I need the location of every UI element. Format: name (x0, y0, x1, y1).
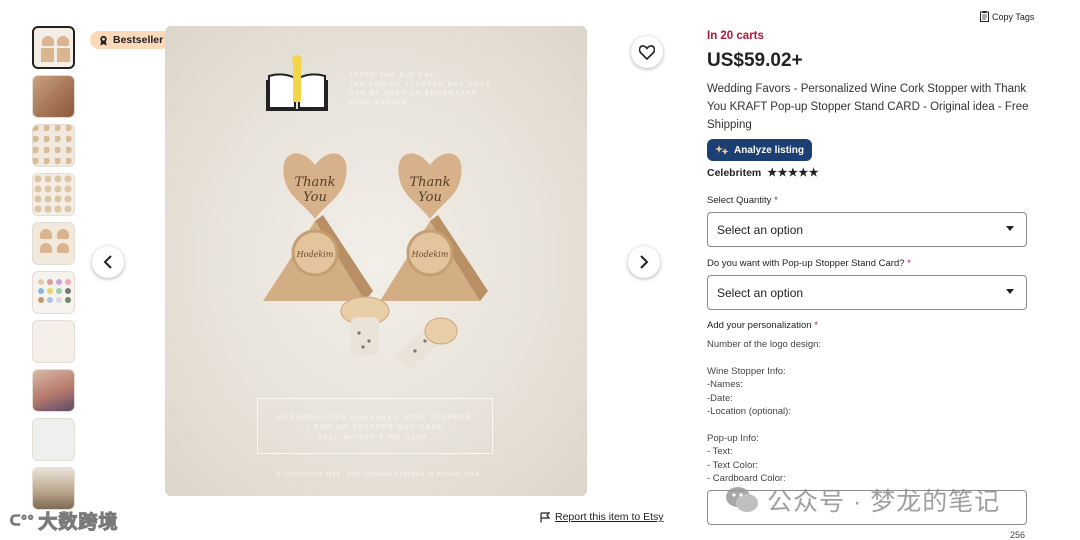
svg-text:Hodekim: Hodekim (296, 250, 334, 259)
previous-image-button[interactable] (92, 246, 124, 278)
book-icon (266, 55, 328, 111)
chevron-left-icon (103, 255, 112, 269)
popup-card-select-value: Select an option (717, 285, 804, 300)
popup-card-label: Do you want with Pop-up Stopper Stand Ca… (707, 258, 911, 269)
personalization-instructions: Number of the logo design: Wine Stopper … (707, 339, 822, 485)
thumbnail-5[interactable] (32, 222, 75, 265)
caption-line-1: AFTER THE BIG DAY, (349, 73, 438, 79)
analyze-listing-label: Analyze listing (734, 144, 805, 156)
copy-tags-label: Copy Tags (992, 11, 1035, 22)
caption-line-3: CAN BE USED AS BOOKMARKS (349, 91, 478, 97)
watermark-right: 公众号 · 梦龙的笔记 (725, 482, 1000, 518)
watermark-right-text: 公众号 · 梦龙的笔记 (767, 488, 1001, 516)
favorite-button[interactable] (631, 36, 663, 68)
svg-text:You: You (418, 190, 442, 205)
quantity-select-value: Select an option (717, 222, 804, 237)
svg-text:Thank: Thank (409, 175, 450, 190)
watermark-left: ᑕ°° 大数跨境 (9, 507, 119, 534)
product-illustration: Thank You Hodekim Thank You Hodekim (263, 153, 488, 369)
quantity-label-text: Select Quantity (707, 195, 772, 206)
thumbnail-8[interactable] (32, 369, 75, 412)
caption-line-2: THE POP-UP STOPPER BOX CARD (349, 82, 492, 88)
personalization-label-text: Add your personalization (707, 320, 812, 331)
svg-text:Thank: Thank (294, 175, 335, 190)
shop-info: Celebritem ★★★★★ (707, 166, 820, 180)
banner-line-2: + POP-UP STOPPER BOX CARD (305, 424, 445, 431)
svg-text:Hodekim: Hodekim (411, 250, 449, 259)
watermark-left-text: 大数跨境 (38, 512, 119, 534)
caret-down-icon (1006, 226, 1014, 231)
report-item-link[interactable]: Report this item to Etsy (540, 511, 664, 523)
clipboard-icon (980, 11, 989, 22)
thumbnail-2[interactable] (32, 75, 75, 118)
feature-banner: PERSONALIZED ENGRAVED WINE STOPPER + POP… (257, 398, 493, 454)
personalization-label: Add your personalization * (707, 320, 818, 331)
book-caption: AFTER THE BIG DAY, THE POP-UP STOPPER BO… (349, 72, 492, 108)
caption-line-4: DIWII DESIGN (349, 100, 408, 106)
analyze-listing-button[interactable]: Analyze listing (707, 139, 813, 161)
heart-icon (639, 44, 655, 60)
quantity-select[interactable]: Select an option (707, 212, 1027, 247)
thumbnail-10[interactable] (32, 467, 75, 510)
listing-title: Wedding Favors - Personalized Wine Cork … (707, 83, 1029, 131)
caret-down-icon (1006, 289, 1014, 294)
svg-text:You: You (303, 190, 327, 205)
in-carts-notice: In 20 carts (707, 30, 764, 42)
thumbnail-6[interactable] (32, 271, 75, 314)
wechat-icon (726, 487, 758, 512)
thumbnail-7[interactable] (32, 320, 75, 363)
quantity-label: Select Quantity * (707, 195, 778, 206)
thumbnail-strip (32, 26, 77, 516)
bestseller-label: Bestseller (113, 34, 164, 46)
copy-tags-button[interactable]: Copy Tags (980, 11, 1034, 22)
required-mark: * (814, 320, 818, 331)
award-icon (100, 35, 107, 46)
banner-line-3: SELF-MOUNT & NO GLUE. (317, 434, 433, 441)
chevron-right-icon (640, 255, 649, 269)
shop-name[interactable]: Celebritem (707, 167, 761, 179)
thumbnail-9[interactable] (32, 418, 75, 461)
watermark-logo-icon: ᑕ°° (9, 512, 35, 529)
copyright-text: © COPYRIGHT 2024 · POP-UP WINE STOPPER I… (277, 472, 480, 478)
next-image-button[interactable] (628, 246, 660, 278)
required-mark: * (907, 258, 911, 269)
thumbnail-4[interactable] (32, 173, 75, 216)
banner-line-1: PERSONALIZED ENGRAVED WINE STOPPER (278, 414, 472, 421)
price: US$59.02+ (707, 50, 803, 71)
thumbnail-1[interactable] (32, 26, 75, 69)
character-counter: 256 (1010, 530, 1026, 540)
sparkle-icon (715, 145, 729, 155)
report-link-label: Report this item to Etsy (555, 511, 664, 523)
flag-icon (540, 511, 550, 522)
rating-stars: ★★★★★ (767, 167, 820, 179)
required-mark: * (774, 195, 778, 206)
bestseller-badge: Bestseller (90, 31, 172, 49)
main-product-image: AFTER THE BIG DAY, THE POP-UP STOPPER BO… (165, 26, 587, 496)
popup-card-select[interactable]: Select an option (707, 275, 1027, 310)
thumbnail-3[interactable] (32, 124, 75, 167)
popup-card-label-text: Do you want with Pop-up Stopper Stand Ca… (707, 258, 905, 269)
